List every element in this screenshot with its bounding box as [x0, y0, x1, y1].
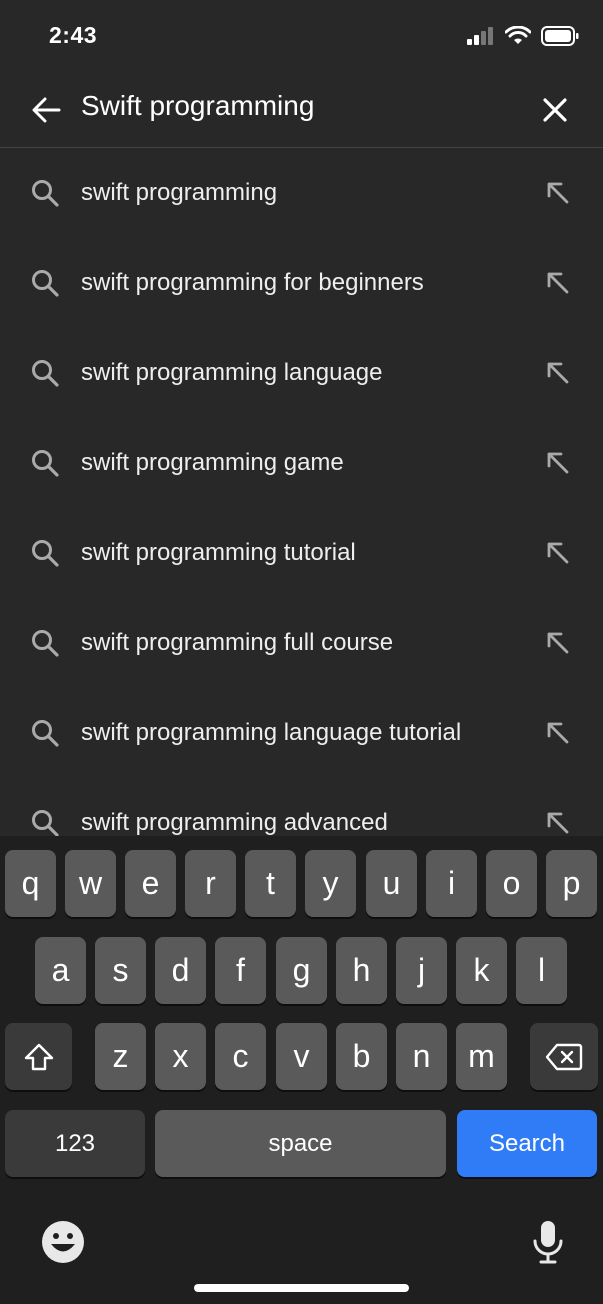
search-icon — [32, 810, 59, 837]
suggestion-item[interactable]: swift programming for beginners — [0, 238, 603, 328]
search-input[interactable]: Swift programming — [81, 90, 314, 122]
fill-query-arrow-icon[interactable] — [545, 450, 571, 476]
key-l[interactable]: l — [516, 937, 567, 1004]
key-h[interactable]: h — [336, 937, 387, 1004]
key-d[interactable]: d — [155, 937, 206, 1004]
key-o[interactable]: o — [486, 850, 537, 917]
space-key[interactable]: space — [155, 1110, 446, 1177]
fill-query-arrow-icon[interactable] — [545, 540, 571, 566]
key-j[interactable]: j — [396, 937, 447, 1004]
wifi-icon — [505, 26, 531, 44]
fill-query-arrow-icon[interactable] — [545, 630, 571, 656]
numbers-key[interactable]: 123 — [5, 1110, 145, 1177]
suggestion-item[interactable]: swift programming language tutorial — [0, 688, 603, 778]
delete-key[interactable] — [530, 1023, 598, 1090]
key-a[interactable]: a — [35, 937, 86, 1004]
signal-icon — [467, 27, 493, 45]
back-button[interactable] — [28, 92, 64, 128]
search-icon — [32, 450, 59, 477]
key-n[interactable]: n — [396, 1023, 447, 1090]
home-indicator[interactable] — [194, 1284, 409, 1292]
search-icon — [32, 540, 59, 567]
suggestion-label: swift programming — [81, 179, 278, 206]
fill-query-arrow-icon[interactable] — [545, 180, 571, 206]
key-f[interactable]: f — [215, 937, 266, 1004]
search-header: Swift programming — [0, 72, 603, 148]
suggestion-label: swift programming full course — [81, 629, 394, 656]
microphone-icon — [533, 1221, 563, 1264]
key-p[interactable]: p — [546, 850, 597, 917]
key-w[interactable]: w — [65, 850, 116, 917]
suggestion-item[interactable]: swift programming — [0, 148, 603, 238]
key-y[interactable]: y — [305, 850, 356, 917]
suggestion-item[interactable]: swift programming full course — [0, 598, 603, 688]
key-c[interactable]: c — [215, 1023, 266, 1090]
key-s[interactable]: s — [95, 937, 146, 1004]
shift-icon — [24, 1043, 53, 1070]
suggestion-item[interactable]: swift programming game — [0, 418, 603, 508]
search-icon — [32, 270, 59, 297]
dictation-button[interactable] — [531, 1219, 565, 1265]
suggestion-label: swift programming for beginners — [81, 269, 424, 296]
search-icon — [32, 360, 59, 387]
key-k[interactable]: k — [456, 937, 507, 1004]
status-icons — [467, 24, 579, 48]
suggestion-item[interactable]: swift programming tutorial — [0, 508, 603, 598]
fill-query-arrow-icon[interactable] — [545, 270, 571, 296]
close-icon — [543, 98, 567, 122]
suggestion-list: swift programming swift programming for … — [0, 148, 603, 868]
keyboard: q w e r t y u i o p a s d f g h j k l z … — [0, 836, 603, 1304]
key-u[interactable]: u — [366, 850, 417, 917]
backspace-icon — [545, 1043, 583, 1070]
battery-icon — [541, 26, 579, 46]
status-bar: 2:43 — [0, 0, 603, 72]
key-t[interactable]: t — [245, 850, 296, 917]
status-time: 2:43 — [49, 22, 98, 48]
search-icon — [32, 720, 59, 747]
search-icon — [32, 180, 59, 207]
clear-search-button[interactable] — [537, 92, 573, 128]
key-g[interactable]: g — [276, 937, 327, 1004]
shift-key[interactable] — [5, 1023, 72, 1090]
key-z[interactable]: z — [95, 1023, 146, 1090]
emoji-icon — [42, 1221, 84, 1263]
search-key[interactable]: Search — [457, 1110, 597, 1177]
suggestion-label: swift programming language — [81, 359, 383, 386]
back-arrow-icon — [32, 97, 61, 123]
suggestion-label: swift programming tutorial — [81, 539, 356, 566]
key-i[interactable]: i — [426, 850, 477, 917]
key-x[interactable]: x — [155, 1023, 206, 1090]
emoji-button[interactable] — [40, 1219, 86, 1265]
suggestion-label: swift programming language tutorial — [81, 719, 462, 746]
key-m[interactable]: m — [456, 1023, 507, 1090]
key-q[interactable]: q — [5, 850, 56, 917]
suggestion-label: swift programming advanced — [81, 809, 388, 836]
fill-query-arrow-icon[interactable] — [545, 720, 571, 746]
key-v[interactable]: v — [276, 1023, 327, 1090]
search-icon — [32, 630, 59, 657]
key-b[interactable]: b — [336, 1023, 387, 1090]
key-e[interactable]: e — [125, 850, 176, 917]
fill-query-arrow-icon[interactable] — [545, 360, 571, 386]
key-r[interactable]: r — [185, 850, 236, 917]
fill-query-arrow-icon[interactable] — [545, 810, 571, 836]
suggestion-item[interactable]: swift programming language — [0, 328, 603, 418]
suggestion-label: swift programming game — [81, 449, 344, 476]
